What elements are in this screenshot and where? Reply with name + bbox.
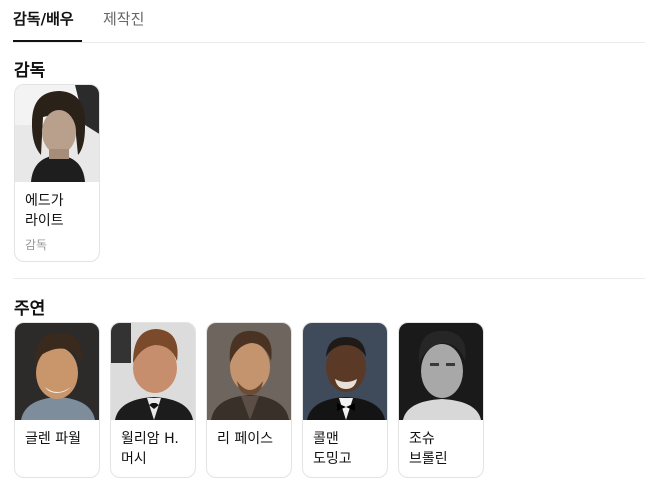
person-card-director[interactable]: 에드가 라이트 감독 bbox=[14, 84, 100, 262]
person-photo bbox=[399, 323, 483, 420]
person-name: 콜맨 도밍고 bbox=[313, 431, 352, 467]
tab-bar: 감독/배우 제작진 bbox=[13, 0, 645, 43]
person-name: 글렌 파월 bbox=[25, 431, 81, 447]
person-card-cast[interactable]: 조슈 브롤린 bbox=[398, 322, 484, 478]
active-tab-indicator bbox=[13, 40, 82, 42]
person-name: 리 페이스 bbox=[217, 431, 273, 447]
section-divider bbox=[13, 278, 645, 279]
tab-cast-director[interactable]: 감독/배우 bbox=[13, 9, 74, 29]
tab-crew[interactable]: 제작진 bbox=[103, 9, 144, 29]
person-card-cast[interactable]: 글렌 파월 bbox=[14, 322, 100, 478]
person-photo bbox=[15, 323, 99, 420]
person-role: 감독 bbox=[25, 238, 48, 252]
person-name: 에드가 라이트 bbox=[25, 193, 64, 229]
person-photo bbox=[15, 85, 99, 182]
person-photo bbox=[111, 323, 195, 420]
person-photo bbox=[207, 323, 291, 420]
person-card-cast[interactable]: 콜맨 도밍고 bbox=[302, 322, 388, 478]
section-title-cast: 주연 bbox=[14, 299, 46, 319]
person-name: 윌리암 H. 머시 bbox=[121, 431, 179, 467]
person-name: 조슈 브롤린 bbox=[409, 431, 448, 467]
person-card-cast[interactable]: 윌리암 H. 머시 bbox=[110, 322, 196, 478]
person-card-cast[interactable]: 리 페이스 bbox=[206, 322, 292, 478]
section-title-directors: 감독 bbox=[14, 61, 46, 81]
person-photo bbox=[303, 323, 387, 420]
